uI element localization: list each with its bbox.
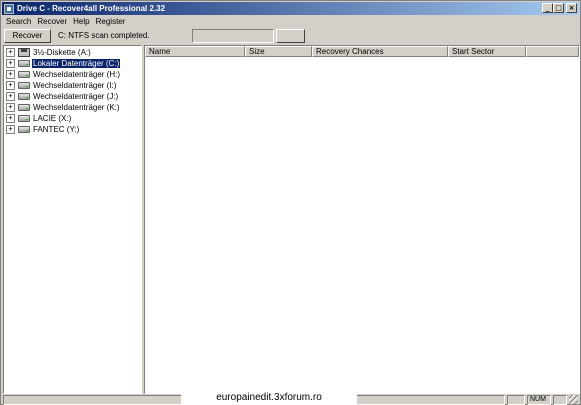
tree-item-label[interactable]: Wechseldatenträger (K:)	[32, 103, 121, 112]
status-panel-blank	[507, 395, 525, 405]
app-icon[interactable]	[4, 3, 14, 14]
drive-icon	[18, 104, 30, 111]
drive-icon	[18, 115, 30, 122]
tree-item-a[interactable]: + 3½-Diskette (A:)	[6, 47, 92, 58]
tree-item-y[interactable]: + FANTEC (Y:)	[6, 124, 80, 135]
drive-icon	[18, 126, 30, 133]
tree-item-j[interactable]: + Wechseldatenträger (J:)	[6, 91, 119, 102]
expand-icon[interactable]: +	[6, 92, 15, 101]
menu-register[interactable]: Register	[93, 17, 129, 26]
file-list[interactable]: Name Size Recovery Chances Start Sector	[144, 45, 580, 394]
status-num: NUM	[527, 395, 551, 405]
watermark-text: europainedit.3xforum.ro	[181, 390, 357, 405]
drive-icon	[18, 60, 30, 67]
tree-item-label[interactable]: LACIE (X:)	[32, 114, 72, 123]
tree-item-h[interactable]: + Wechseldatenträger (H:)	[6, 69, 121, 80]
recover-button[interactable]: Recover	[4, 29, 51, 43]
menu-help[interactable]: Help	[70, 17, 92, 26]
drive-tree[interactable]: + 3½-Diskette (A:) + Lokaler Datenträger…	[3, 45, 142, 394]
tree-item-label[interactable]: 3½-Diskette (A:)	[32, 48, 92, 57]
tree-item-k[interactable]: + Wechseldatenträger (K:)	[6, 102, 121, 113]
tree-item-c[interactable]: + Lokaler Datenträger (C:)	[6, 58, 122, 69]
column-header-start-sector[interactable]: Start Sector	[448, 46, 526, 57]
tree-item-label[interactable]: Lokaler Datenträger (C:)	[30, 58, 122, 69]
tree-item-label[interactable]: Wechseldatenträger (I:)	[32, 81, 117, 90]
expand-icon[interactable]: +	[6, 103, 15, 112]
maximize-button[interactable]: □	[553, 3, 564, 13]
menu-recover[interactable]: Recover	[34, 17, 70, 26]
stop-button[interactable]	[276, 29, 305, 43]
scan-progress-bar	[192, 29, 274, 43]
toolbar: Recover C: NTFS scan completed.	[2, 28, 579, 44]
floppy-icon	[18, 48, 30, 57]
tree-item-label[interactable]: Wechseldatenträger (H:)	[32, 70, 121, 79]
resize-grip-icon[interactable]	[569, 395, 578, 404]
expand-icon[interactable]: +	[6, 114, 15, 123]
tree-item-i[interactable]: + Wechseldatenträger (I:)	[6, 80, 117, 91]
drive-icon	[18, 71, 30, 78]
tree-item-x[interactable]: + LACIE (X:)	[6, 113, 72, 124]
app-window: Drive C - Recover4all Professional 2.32 …	[0, 0, 581, 405]
expand-icon[interactable]: +	[6, 81, 15, 90]
list-header: Name Size Recovery Chances Start Sector	[145, 46, 579, 57]
column-header-size[interactable]: Size	[245, 46, 312, 57]
status-panel-blank	[553, 395, 567, 405]
expand-icon[interactable]: +	[6, 48, 15, 57]
expand-icon[interactable]: +	[6, 70, 15, 79]
minimize-button[interactable]: _	[542, 3, 553, 13]
menu-bar: Search Recover Help Register	[2, 16, 579, 27]
column-header-recovery-chances[interactable]: Recovery Chances	[312, 46, 448, 57]
scan-status: C: NTFS scan completed.	[58, 31, 150, 40]
expand-icon[interactable]: +	[6, 59, 15, 68]
expand-icon[interactable]: +	[6, 125, 15, 134]
close-button[interactable]: ×	[566, 3, 577, 13]
drive-icon	[18, 93, 30, 100]
drive-icon	[18, 82, 30, 89]
tree-item-label[interactable]: Wechseldatenträger (J:)	[32, 92, 119, 101]
window-title: Drive C - Recover4all Professional 2.32	[17, 4, 166, 13]
window-controls: _ □ ×	[542, 3, 577, 13]
column-header-name[interactable]: Name	[145, 46, 245, 57]
title-bar[interactable]: Drive C - Recover4all Professional 2.32 …	[2, 2, 579, 15]
menu-search[interactable]: Search	[2, 17, 34, 26]
tree-item-label[interactable]: FANTEC (Y:)	[32, 125, 80, 134]
column-header-filler	[526, 46, 579, 57]
